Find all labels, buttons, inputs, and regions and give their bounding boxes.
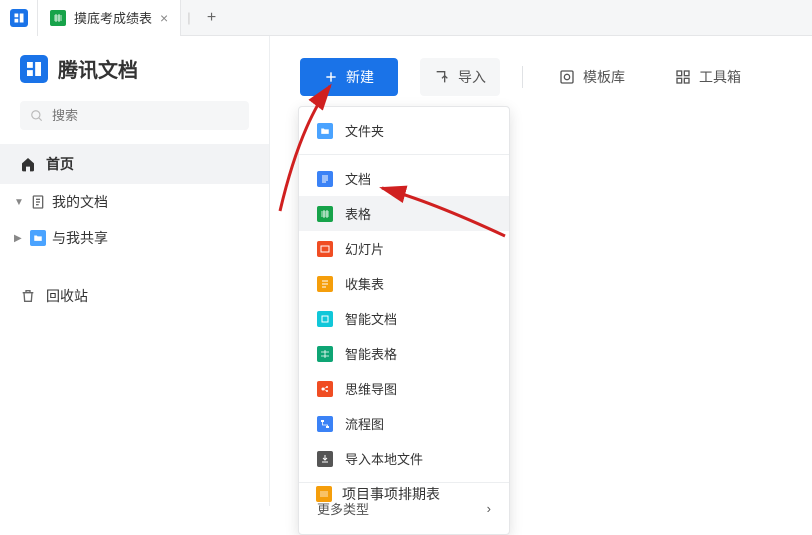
browser-tab[interactable]: 摸底考成绩表 ×: [38, 0, 181, 36]
trash-icon: [20, 288, 36, 304]
sidebar-item-home[interactable]: 首页: [0, 144, 269, 184]
dd-label: 思维导图: [345, 379, 397, 398]
templates-button[interactable]: 模板库: [545, 58, 639, 96]
new-dropdown: 文件夹 文档 表格 幻灯片 收集表 智能文档: [298, 106, 510, 535]
toolbox-button[interactable]: 工具箱: [661, 58, 755, 96]
smartsheet-icon: [317, 346, 333, 362]
mindmap-icon: [317, 381, 333, 397]
dd-label: 流程图: [345, 414, 384, 433]
toolbar: 新建 导入 模板库 工具箱: [270, 36, 812, 96]
new-label: 新建: [346, 67, 374, 87]
separator: [299, 154, 509, 155]
brand-icon: [20, 55, 48, 83]
dd-label: 文件夹: [345, 121, 384, 140]
tab-title: 摸底考成绩表: [74, 8, 152, 27]
close-icon[interactable]: ×: [160, 10, 168, 26]
folder-icon: [317, 123, 333, 139]
dd-item-smartdoc[interactable]: 智能文档: [299, 301, 509, 336]
collect-icon: [317, 276, 333, 292]
flow-icon: [317, 416, 333, 432]
dd-label: 收集表: [345, 274, 384, 293]
sidebar: 腾讯文档 首页 ▼ 我的文档 ▶ 与我共享 回收站: [0, 36, 270, 506]
sheet-icon: [317, 206, 333, 222]
dd-label: 文档: [345, 169, 371, 188]
search-icon: [30, 109, 44, 123]
search-input[interactable]: [52, 108, 239, 123]
smartdoc-icon: [317, 311, 333, 327]
dd-item-import-local[interactable]: 导入本地文件: [299, 441, 509, 476]
divider: [522, 66, 523, 88]
sidebar-item-shared[interactable]: ▶ 与我共享: [0, 220, 269, 256]
doc-icon: [317, 171, 333, 187]
sidebar-label: 与我共享: [52, 228, 108, 248]
dd-item-mindmap[interactable]: 思维导图: [299, 371, 509, 406]
home-icon: [20, 156, 36, 172]
brand-name: 腾讯文档: [58, 54, 138, 83]
browser-tabbar: 摸底考成绩表 × | +: [0, 0, 812, 36]
slide-icon: [317, 241, 333, 257]
dd-item-slide[interactable]: 幻灯片: [299, 231, 509, 266]
dd-item-doc[interactable]: 文档: [299, 161, 509, 196]
import-label: 导入: [458, 67, 486, 87]
dd-label: 智能表格: [345, 344, 397, 363]
folder-icon: [30, 230, 46, 246]
caret-down-icon[interactable]: ▼: [14, 197, 24, 208]
app-logo-tab[interactable]: [0, 0, 38, 36]
sheet-icon: [316, 486, 332, 502]
search-box[interactable]: [20, 101, 249, 130]
dd-label: 智能文档: [345, 309, 397, 328]
sidebar-label: 回收站: [46, 286, 88, 306]
dd-label: 表格: [345, 204, 371, 223]
import-file-icon: [317, 451, 333, 467]
sheet-icon: [50, 10, 66, 26]
list-item[interactable]: 项目事项排期表: [270, 474, 458, 504]
sidebar-label: 我的文档: [52, 192, 108, 212]
doc-icon: [30, 194, 46, 210]
brand: 腾讯文档: [0, 54, 269, 101]
toolbox-label: 工具箱: [699, 67, 741, 87]
sidebar-label: 首页: [46, 154, 74, 174]
templates-label: 模板库: [583, 67, 625, 87]
new-button[interactable]: 新建: [300, 58, 398, 96]
sidebar-item-mydocs[interactable]: ▼ 我的文档: [0, 184, 269, 220]
dd-item-folder[interactable]: 文件夹: [299, 113, 509, 148]
dd-item-flow[interactable]: 流程图: [299, 406, 509, 441]
template-icon: [559, 69, 575, 85]
dd-item-collect[interactable]: 收集表: [299, 266, 509, 301]
dd-label: 导入本地文件: [345, 449, 423, 468]
toolbox-icon: [675, 69, 691, 85]
content-area: 新建 导入 模板库 工具箱 文件夹: [270, 36, 812, 506]
dd-label: 幻灯片: [345, 239, 384, 258]
dd-item-smartsheet[interactable]: 智能表格: [299, 336, 509, 371]
import-icon: [434, 69, 450, 85]
chevron-right-icon: ›: [487, 501, 491, 516]
list-item-label: 项目事项排期表: [342, 484, 440, 504]
plus-icon: [324, 70, 338, 84]
sidebar-item-trash[interactable]: 回收站: [0, 276, 269, 316]
caret-right-icon[interactable]: ▶: [14, 233, 24, 244]
import-button[interactable]: 导入: [420, 58, 500, 96]
new-tab-button[interactable]: +: [197, 9, 227, 27]
dd-item-sheet[interactable]: 表格: [299, 196, 509, 231]
